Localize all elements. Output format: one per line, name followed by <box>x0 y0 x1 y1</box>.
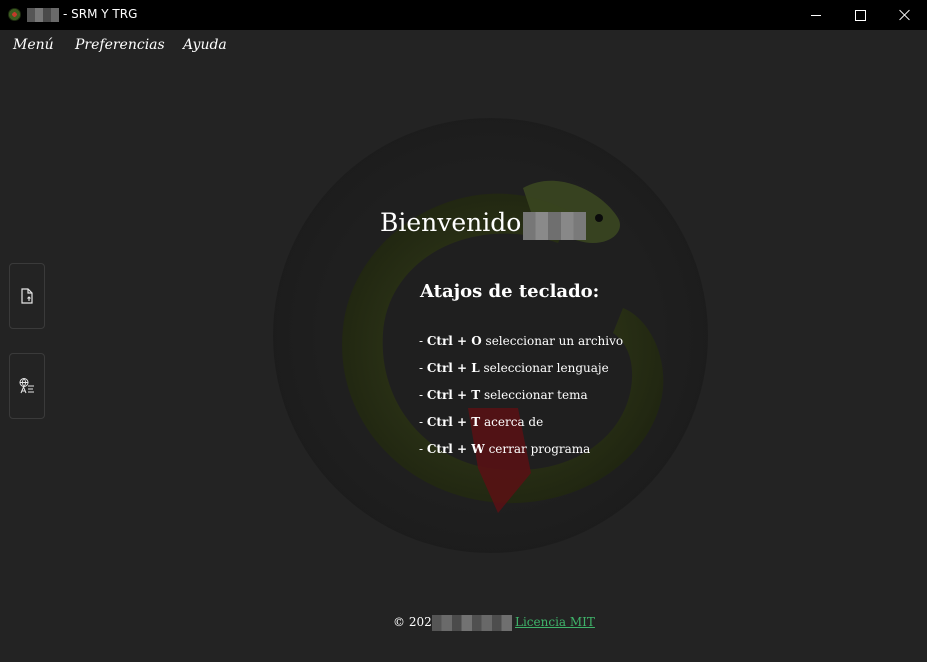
file-upload-icon <box>21 288 33 304</box>
redacted-author-name <box>432 615 512 631</box>
redacted-app-name <box>27 8 59 22</box>
app-logo-icon <box>8 8 21 21</box>
title-bar: - SRM Y TRG <box>0 0 927 30</box>
translate-icon <box>19 378 34 394</box>
open-file-button[interactable] <box>9 263 45 329</box>
shortcut-description: acerca de <box>480 415 544 429</box>
shortcut-description: seleccionar tema <box>480 388 588 402</box>
minimize-icon <box>811 14 821 16</box>
shortcut-keys: Ctrl + T <box>426 415 481 429</box>
shortcut-item: - Ctrl + T acerca de <box>419 415 544 429</box>
shortcut-keys: Ctrl + L <box>426 361 480 375</box>
shortcut-item: - Ctrl + L seleccionar lenguaje <box>419 361 609 375</box>
menu-item-preferences[interactable]: Preferencias <box>75 37 165 53</box>
shortcut-item: - Ctrl + W cerrar programa <box>419 442 591 456</box>
shortcut-description: seleccionar lenguaje <box>479 361 609 375</box>
license-link[interactable]: Licencia MIT <box>515 615 595 629</box>
shortcut-description: cerrar programa <box>484 442 591 456</box>
select-language-button[interactable] <box>9 353 45 419</box>
maximize-icon <box>854 9 866 21</box>
shortcut-description: seleccionar un archivo <box>481 334 624 348</box>
minimize-button[interactable] <box>793 0 839 30</box>
maximize-button[interactable] <box>837 0 883 30</box>
shortcut-keys: Ctrl + T <box>426 388 481 402</box>
window-title: - SRM Y TRG <box>63 7 138 21</box>
menu-item-menu[interactable]: Menú <box>13 37 54 53</box>
shortcut-keys: Ctrl + O <box>426 334 482 348</box>
shortcut-item: - Ctrl + O seleccionar un archivo <box>419 334 624 348</box>
close-button[interactable] <box>882 0 927 30</box>
menu-bar: Menú Preferencias Ayuda <box>0 30 927 62</box>
shortcuts-heading: Atajos de teclado: <box>420 281 600 302</box>
close-icon <box>899 9 911 21</box>
shortcut-keys: Ctrl + W <box>426 442 485 456</box>
shortcut-item: - Ctrl + T seleccionar tema <box>419 388 588 402</box>
welcome-heading: Bienvenido a <box>380 208 545 237</box>
menu-item-help[interactable]: Ayuda <box>183 37 227 53</box>
redacted-program-name <box>523 212 586 240</box>
